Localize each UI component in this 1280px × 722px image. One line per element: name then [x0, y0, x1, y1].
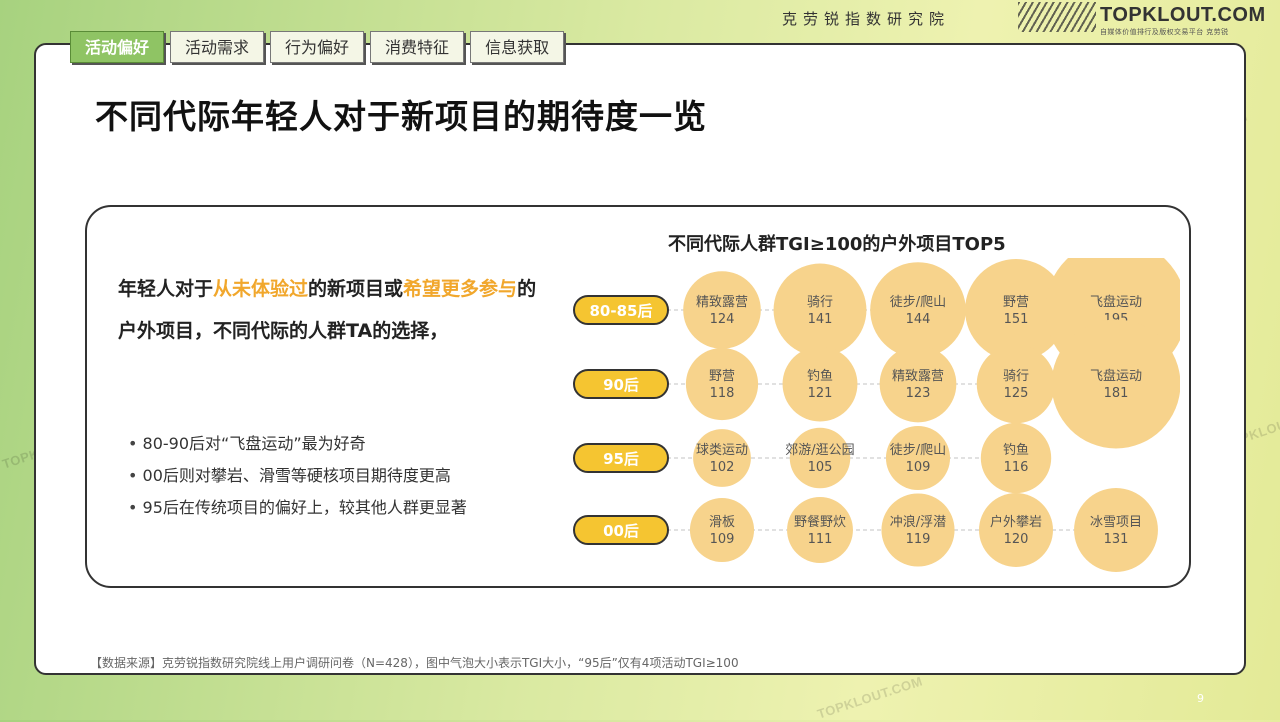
- tab-activity-preference[interactable]: 活动偏好: [70, 31, 165, 63]
- bubble: [885, 425, 951, 491]
- tab-activity-needs[interactable]: 活动需求: [170, 31, 265, 63]
- bubble-label: 野餐野炊: [794, 514, 846, 530]
- brand-logo: TOPKLOUT.COM: [1100, 4, 1266, 26]
- intro-highlight-2: 希望更多参与: [403, 278, 518, 300]
- bubble: [789, 427, 851, 489]
- bubble: [870, 262, 966, 358]
- bubble-value: 102: [710, 460, 735, 475]
- bubble-label: 滑板: [709, 515, 735, 530]
- bubble-value: 120: [1004, 532, 1029, 547]
- bubble-chart: 精致露营124骑行141徒步/爬山144野营151飞盘运动19580-85后野营…: [573, 258, 1180, 572]
- bubble-label: 郊游/逛公园: [785, 442, 854, 458]
- brand-tagline: 自媒体价值排行及版权交易平台 克劳锐: [1100, 28, 1229, 36]
- bubble-value: 111: [808, 532, 833, 547]
- generation-label: 90后: [603, 376, 639, 394]
- header-hatch-decoration: [1018, 2, 1096, 32]
- bullet-item: 80-90后对“飞盘运动”最为好奇: [128, 428, 467, 460]
- section-tabs: 活动偏好 活动需求 行为偏好 消费特征 信息获取: [70, 31, 565, 63]
- tab-info-access[interactable]: 信息获取: [470, 31, 565, 63]
- bullet-item: 00后则对攀岩、滑雪等硬核项目期待度更高: [128, 460, 467, 492]
- tab-behavior-preference[interactable]: 行为偏好: [270, 31, 365, 63]
- bubble-value: 144: [906, 312, 931, 327]
- bubble-value: 105: [808, 460, 833, 475]
- intro-text: 年轻人对于从未体验过的新项目或希望更多参与的户外项目，不同代际的人群TA的选择，: [118, 268, 548, 352]
- bubble-label: 冰雪项目: [1090, 515, 1142, 530]
- bubble-label: 骑行: [1003, 369, 1029, 384]
- bubble-value: 121: [808, 386, 833, 401]
- bubble: [1074, 488, 1158, 572]
- intro-highlight-1: 从未体验过: [213, 278, 309, 300]
- bubble-value: 109: [710, 532, 735, 547]
- bubble: [979, 493, 1053, 567]
- bubble-value: 141: [808, 312, 833, 327]
- bubble-value: 125: [1004, 386, 1029, 401]
- bubble: [685, 347, 759, 421]
- bubble-value: 109: [906, 460, 931, 475]
- data-source-note: 【数据来源】克劳锐指数研究院线上用户调研问卷（N=428），图中气泡大小表示TG…: [90, 656, 739, 670]
- bubble-label: 徒步/爬山: [890, 295, 946, 310]
- bubble-value: 131: [1104, 532, 1129, 547]
- bubble: [693, 429, 751, 487]
- bubble-label: 球类运动: [696, 443, 748, 458]
- bubble-label: 飞盘运动: [1090, 294, 1142, 310]
- bubble: [683, 271, 761, 349]
- bubble: [787, 497, 853, 563]
- bubble-label: 精致露营: [696, 295, 748, 310]
- bubble-value: 181: [1104, 386, 1129, 401]
- bubble: [782, 346, 858, 422]
- bubble-label: 飞盘运动: [1090, 368, 1142, 384]
- bubble: [976, 344, 1056, 424]
- bubble: [881, 493, 955, 567]
- generation-label: 80-85后: [590, 302, 653, 320]
- bubble: [773, 263, 867, 357]
- bubble-label: 冲浪/浮潜: [890, 515, 946, 530]
- bubble: [879, 345, 957, 423]
- bubble: [689, 497, 755, 563]
- org-name: 克劳锐指数研究院: [782, 10, 951, 28]
- bubble-value: 119: [906, 532, 931, 547]
- bubble-value: 116: [1004, 460, 1029, 475]
- bubble-value: 118: [710, 386, 735, 401]
- bubble-value: 151: [1004, 312, 1029, 327]
- bubble: [980, 422, 1052, 494]
- bubble: [1051, 319, 1180, 449]
- bubble-label: 骑行: [807, 295, 833, 310]
- intro-part-1: 年轻人对于: [118, 278, 214, 300]
- bullet-item: 95后在传统项目的偏好上，较其他人群更显著: [128, 492, 467, 524]
- chart-title: 不同代际人群TGI≥100的户外项目TOP5: [668, 234, 1006, 255]
- bubble-label: 野营: [709, 369, 735, 384]
- bubble-value: 124: [710, 312, 735, 327]
- bubble-value: 123: [906, 386, 931, 401]
- bubble-label: 精致露营: [892, 369, 944, 384]
- generation-label: 95后: [603, 450, 639, 468]
- intro-part-2: 的新项目或: [308, 278, 404, 300]
- insight-bullets: 80-90后对“飞盘运动”最为好奇 00后则对攀岩、滑雪等硬核项目期待度更高 9…: [128, 428, 467, 524]
- bubble-label: 钓鱼: [807, 368, 833, 384]
- page-title: 不同代际年轻人对于新项目的期待度一览: [95, 97, 707, 136]
- bubble-label: 户外攀岩: [990, 514, 1042, 530]
- tab-consumption-features[interactable]: 消费特征: [370, 31, 465, 63]
- page-number: 9: [1197, 692, 1204, 705]
- watermark-text: TOPKLOUT.COM: [815, 673, 925, 722]
- bubble-label: 野营: [1003, 295, 1029, 310]
- generation-label: 00后: [603, 522, 639, 540]
- bubble-label: 钓鱼: [1003, 442, 1029, 458]
- bubble-label: 徒步/爬山: [890, 443, 946, 458]
